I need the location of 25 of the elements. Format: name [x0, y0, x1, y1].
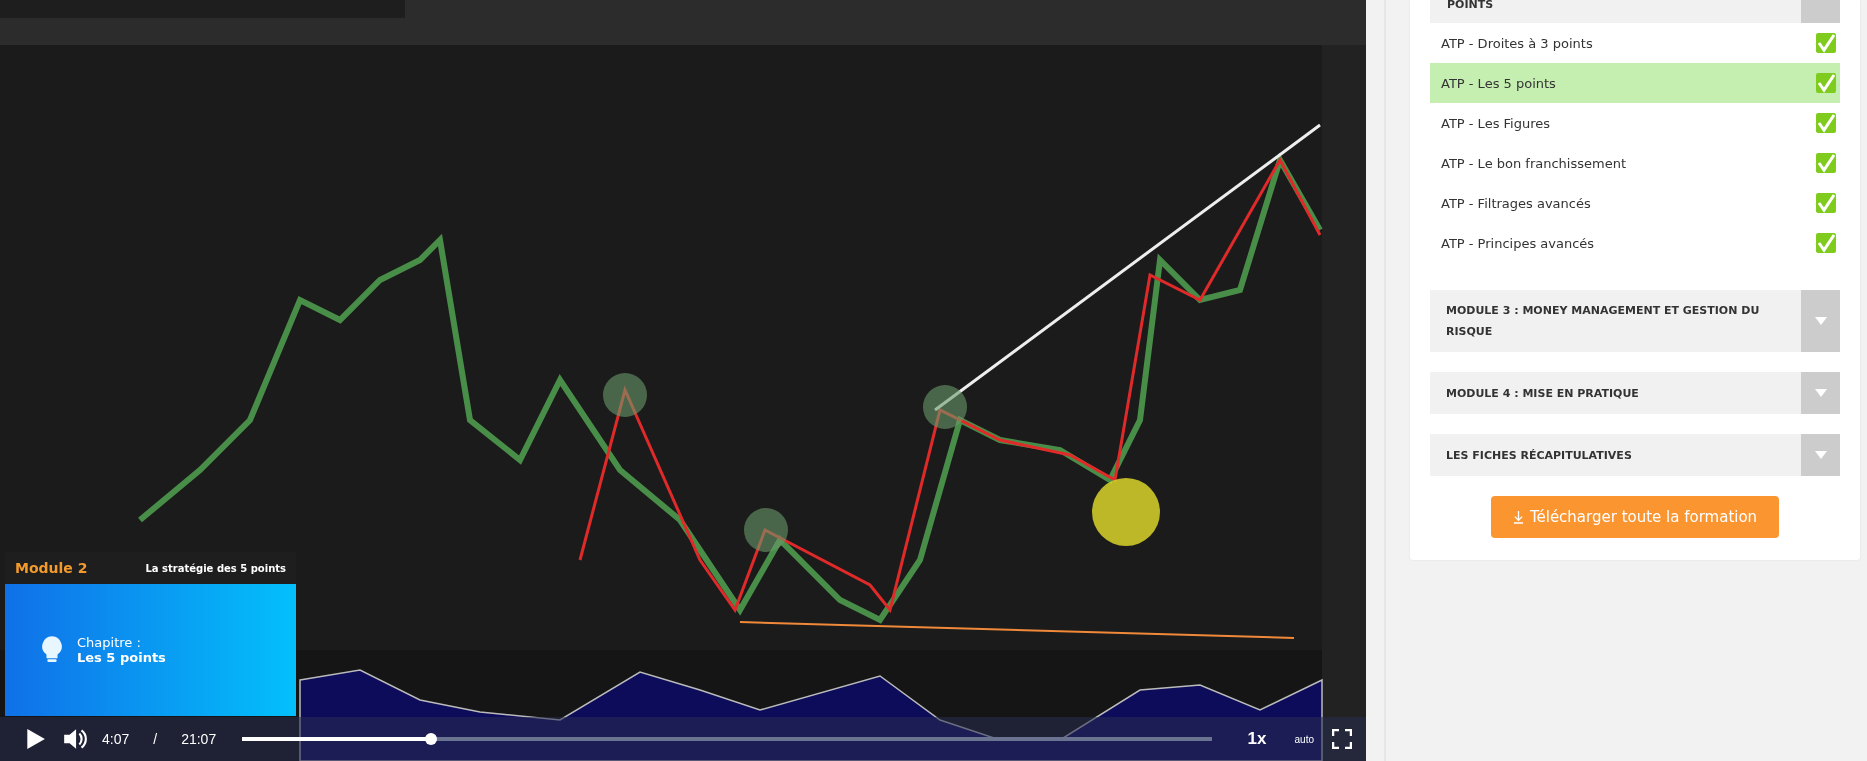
quality-button[interactable]: auto — [1290, 731, 1318, 747]
lesson-item[interactable]: ATP - Droites à 3 points — [1430, 23, 1840, 63]
module-title: MODULE 4 : MISE EN PRATIQUE — [1445, 385, 1640, 402]
module-title: La stratégie des 5 points — [145, 562, 286, 574]
lightbulb-icon — [41, 635, 63, 665]
module-title: LES FICHES RÉCAPITULATIVES — [1445, 447, 1633, 464]
duration: 21:07 — [181, 731, 217, 747]
module-header[interactable]: LES FICHES RÉCAPITULATIVES — [1430, 434, 1840, 476]
chapter-name: Les 5 points — [77, 650, 166, 665]
lesson-item[interactable]: ATP - Le bon franchissement — [1430, 143, 1840, 183]
module-label: Module 2 — [15, 560, 88, 576]
lesson-item[interactable]: ATP - Principes avancés — [1430, 223, 1840, 263]
module-header[interactable]: MODULE 4 : MISE EN PRATIQUE — [1430, 372, 1840, 414]
current-time: 4:07 — [102, 731, 130, 747]
lesson-item[interactable]: ATP - Les Figures — [1430, 103, 1840, 143]
lesson-item[interactable]: ATP - Filtrages avancés — [1430, 183, 1840, 223]
fullscreen-button[interactable] — [1330, 727, 1354, 751]
module-header[interactable]: MODULE 3 : MONEY MANAGEMENT ET GESTION DU RISQUE — [1430, 290, 1840, 352]
download-icon — [1512, 510, 1524, 524]
chapter-label: Chapitre : — [77, 635, 142, 650]
module-title: MODULE 3 : MONEY MANAGEMENT ET GESTION DU RISQUE — [1445, 303, 1761, 340]
lesson-item[interactable]: ATP - Les 5 points — [1430, 63, 1840, 103]
speed-button[interactable]: 1x — [1243, 727, 1271, 751]
section-title: POINTS — [1446, 0, 1494, 13]
time-separator: / — [153, 731, 158, 747]
